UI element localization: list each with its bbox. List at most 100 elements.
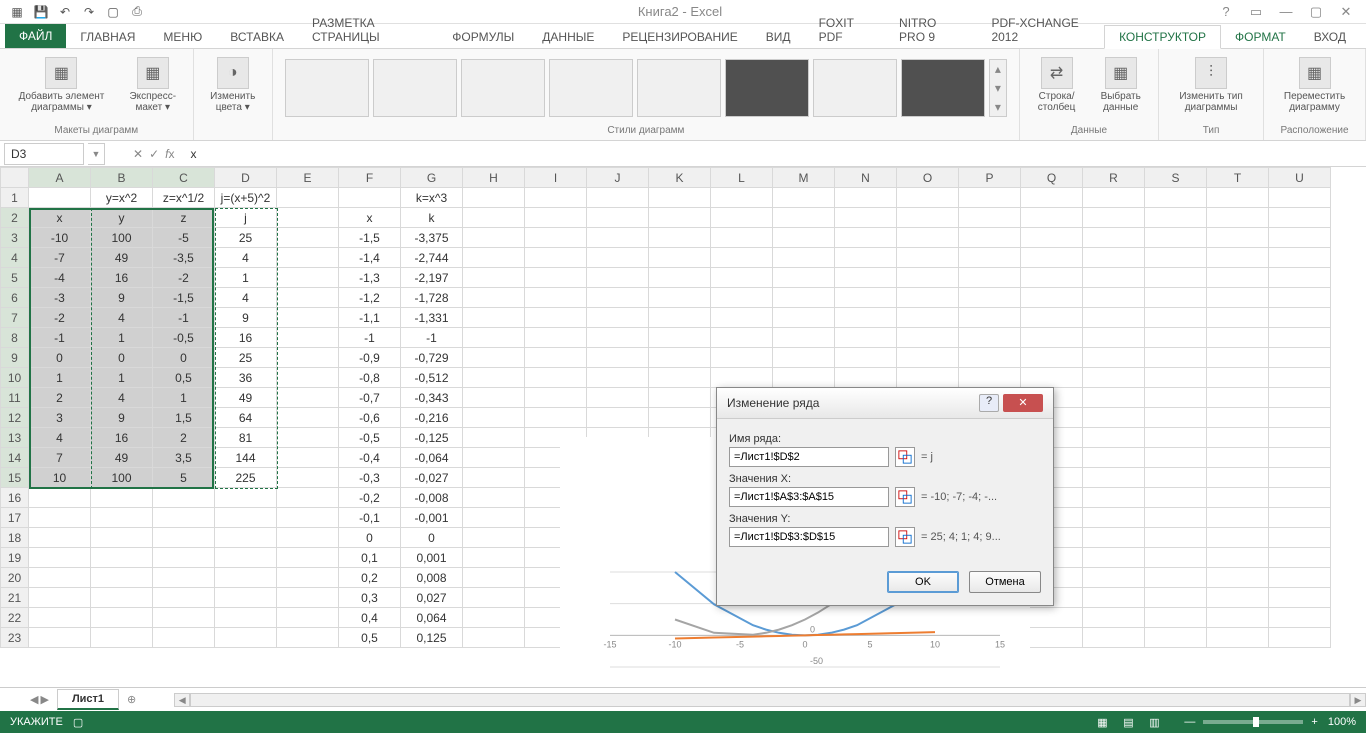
cell[interactable] xyxy=(277,548,339,568)
cell[interactable] xyxy=(587,268,649,288)
cell[interactable]: 1 xyxy=(29,368,91,388)
cell[interactable] xyxy=(1145,348,1207,368)
cell[interactable]: 9 xyxy=(215,308,277,328)
cell[interactable]: -1,5 xyxy=(339,228,401,248)
cell[interactable] xyxy=(463,448,525,468)
cell[interactable] xyxy=(959,188,1021,208)
cell[interactable] xyxy=(649,248,711,268)
cell[interactable] xyxy=(29,488,91,508)
cell[interactable]: 225 xyxy=(215,468,277,488)
cell[interactable] xyxy=(1269,288,1331,308)
cell[interactable] xyxy=(1021,248,1083,268)
cell[interactable] xyxy=(463,568,525,588)
row-header[interactable]: 4 xyxy=(1,248,29,268)
cell[interactable] xyxy=(1083,388,1145,408)
tab-login[interactable]: Вход xyxy=(1300,26,1366,48)
cell[interactable] xyxy=(1021,348,1083,368)
cell[interactable] xyxy=(29,568,91,588)
cell[interactable] xyxy=(1083,568,1145,588)
cell[interactable] xyxy=(463,428,525,448)
undo-icon[interactable]: ↶ xyxy=(56,3,74,21)
ref-select-icon[interactable] xyxy=(895,447,915,467)
cell[interactable] xyxy=(29,588,91,608)
name-box-dropdown[interactable]: ▼ xyxy=(88,143,105,165)
cell[interactable]: -2 xyxy=(153,268,215,288)
move-chart-button[interactable]: ▦Переместить диаграмму xyxy=(1272,53,1357,117)
cell[interactable] xyxy=(91,528,153,548)
cell[interactable] xyxy=(587,188,649,208)
cell[interactable] xyxy=(1083,308,1145,328)
cell[interactable] xyxy=(1207,408,1269,428)
cell[interactable] xyxy=(277,528,339,548)
column-header[interactable]: I xyxy=(525,168,587,188)
cell[interactable]: -1,331 xyxy=(401,308,463,328)
cell[interactable] xyxy=(1269,468,1331,488)
cell[interactable] xyxy=(1083,628,1145,648)
cell[interactable]: j=(x+5)^2 xyxy=(215,188,277,208)
cell[interactable]: -10 xyxy=(29,228,91,248)
cell[interactable] xyxy=(277,448,339,468)
cell[interactable] xyxy=(1021,208,1083,228)
cell[interactable] xyxy=(1083,408,1145,428)
cell[interactable] xyxy=(897,188,959,208)
cell[interactable] xyxy=(1207,388,1269,408)
cell[interactable] xyxy=(277,268,339,288)
horizontal-scrollbar[interactable]: ◀▶ xyxy=(174,693,1366,707)
row-header[interactable]: 22 xyxy=(1,608,29,628)
cell[interactable] xyxy=(897,268,959,288)
cell[interactable] xyxy=(1207,248,1269,268)
cell[interactable] xyxy=(277,208,339,228)
cell[interactable] xyxy=(959,208,1021,228)
cell[interactable] xyxy=(711,188,773,208)
row-header[interactable]: 11 xyxy=(1,388,29,408)
cell[interactable] xyxy=(1021,308,1083,328)
cell[interactable] xyxy=(773,228,835,248)
row-header[interactable]: 20 xyxy=(1,568,29,588)
cell[interactable] xyxy=(29,528,91,548)
cell[interactable] xyxy=(277,288,339,308)
cell[interactable] xyxy=(835,228,897,248)
cell[interactable] xyxy=(1145,608,1207,628)
tab-formulas[interactable]: ФОРМУЛЫ xyxy=(438,26,528,48)
column-header[interactable]: P xyxy=(959,168,1021,188)
tab-data[interactable]: ДАННЫЕ xyxy=(528,26,608,48)
cell[interactable] xyxy=(1207,428,1269,448)
tab-review[interactable]: РЕЦЕНЗИРОВАНИЕ xyxy=(608,26,751,48)
cell[interactable]: 81 xyxy=(215,428,277,448)
cell[interactable]: -1,1 xyxy=(339,308,401,328)
tab-home[interactable]: ГЛАВНАЯ xyxy=(66,26,149,48)
column-header[interactable]: H xyxy=(463,168,525,188)
cell[interactable] xyxy=(463,328,525,348)
cell[interactable] xyxy=(1021,268,1083,288)
chart-style-scroll[interactable]: ▴▾▾ xyxy=(989,59,1007,117)
cell[interactable] xyxy=(835,188,897,208)
cell[interactable]: 100 xyxy=(91,228,153,248)
cell[interactable]: -1,3 xyxy=(339,268,401,288)
cell[interactable]: 0,125 xyxy=(401,628,463,648)
cell[interactable] xyxy=(1207,628,1269,648)
cell[interactable] xyxy=(525,268,587,288)
column-header[interactable]: L xyxy=(711,168,773,188)
worksheet-grid[interactable]: ABCDEFGHIJKLMNOPQRSTU1y=x^2z=x^1/2j=(x+5… xyxy=(0,167,1366,687)
series-y-input[interactable] xyxy=(729,527,889,547)
cell[interactable] xyxy=(1145,208,1207,228)
column-header[interactable]: S xyxy=(1145,168,1207,188)
cell[interactable] xyxy=(215,628,277,648)
cell[interactable]: 4 xyxy=(215,248,277,268)
switch-row-col-button[interactable]: ⇄Строка/ столбец xyxy=(1028,53,1085,117)
row-header[interactable]: 7 xyxy=(1,308,29,328)
select-data-button[interactable]: ▦Выбрать данные xyxy=(1091,53,1150,117)
cell[interactable] xyxy=(649,188,711,208)
cell[interactable] xyxy=(587,328,649,348)
cell[interactable] xyxy=(1145,448,1207,468)
cell[interactable] xyxy=(587,388,649,408)
cell[interactable]: -0,7 xyxy=(339,388,401,408)
cell[interactable]: k xyxy=(401,208,463,228)
cell[interactable] xyxy=(1207,308,1269,328)
dialog-close-icon[interactable]: ✕ xyxy=(1003,394,1043,412)
ref-select-icon[interactable] xyxy=(895,527,915,547)
cell[interactable] xyxy=(1207,588,1269,608)
chart-style-thumb[interactable] xyxy=(285,59,369,117)
cell[interactable] xyxy=(1207,348,1269,368)
cell[interactable] xyxy=(1083,548,1145,568)
